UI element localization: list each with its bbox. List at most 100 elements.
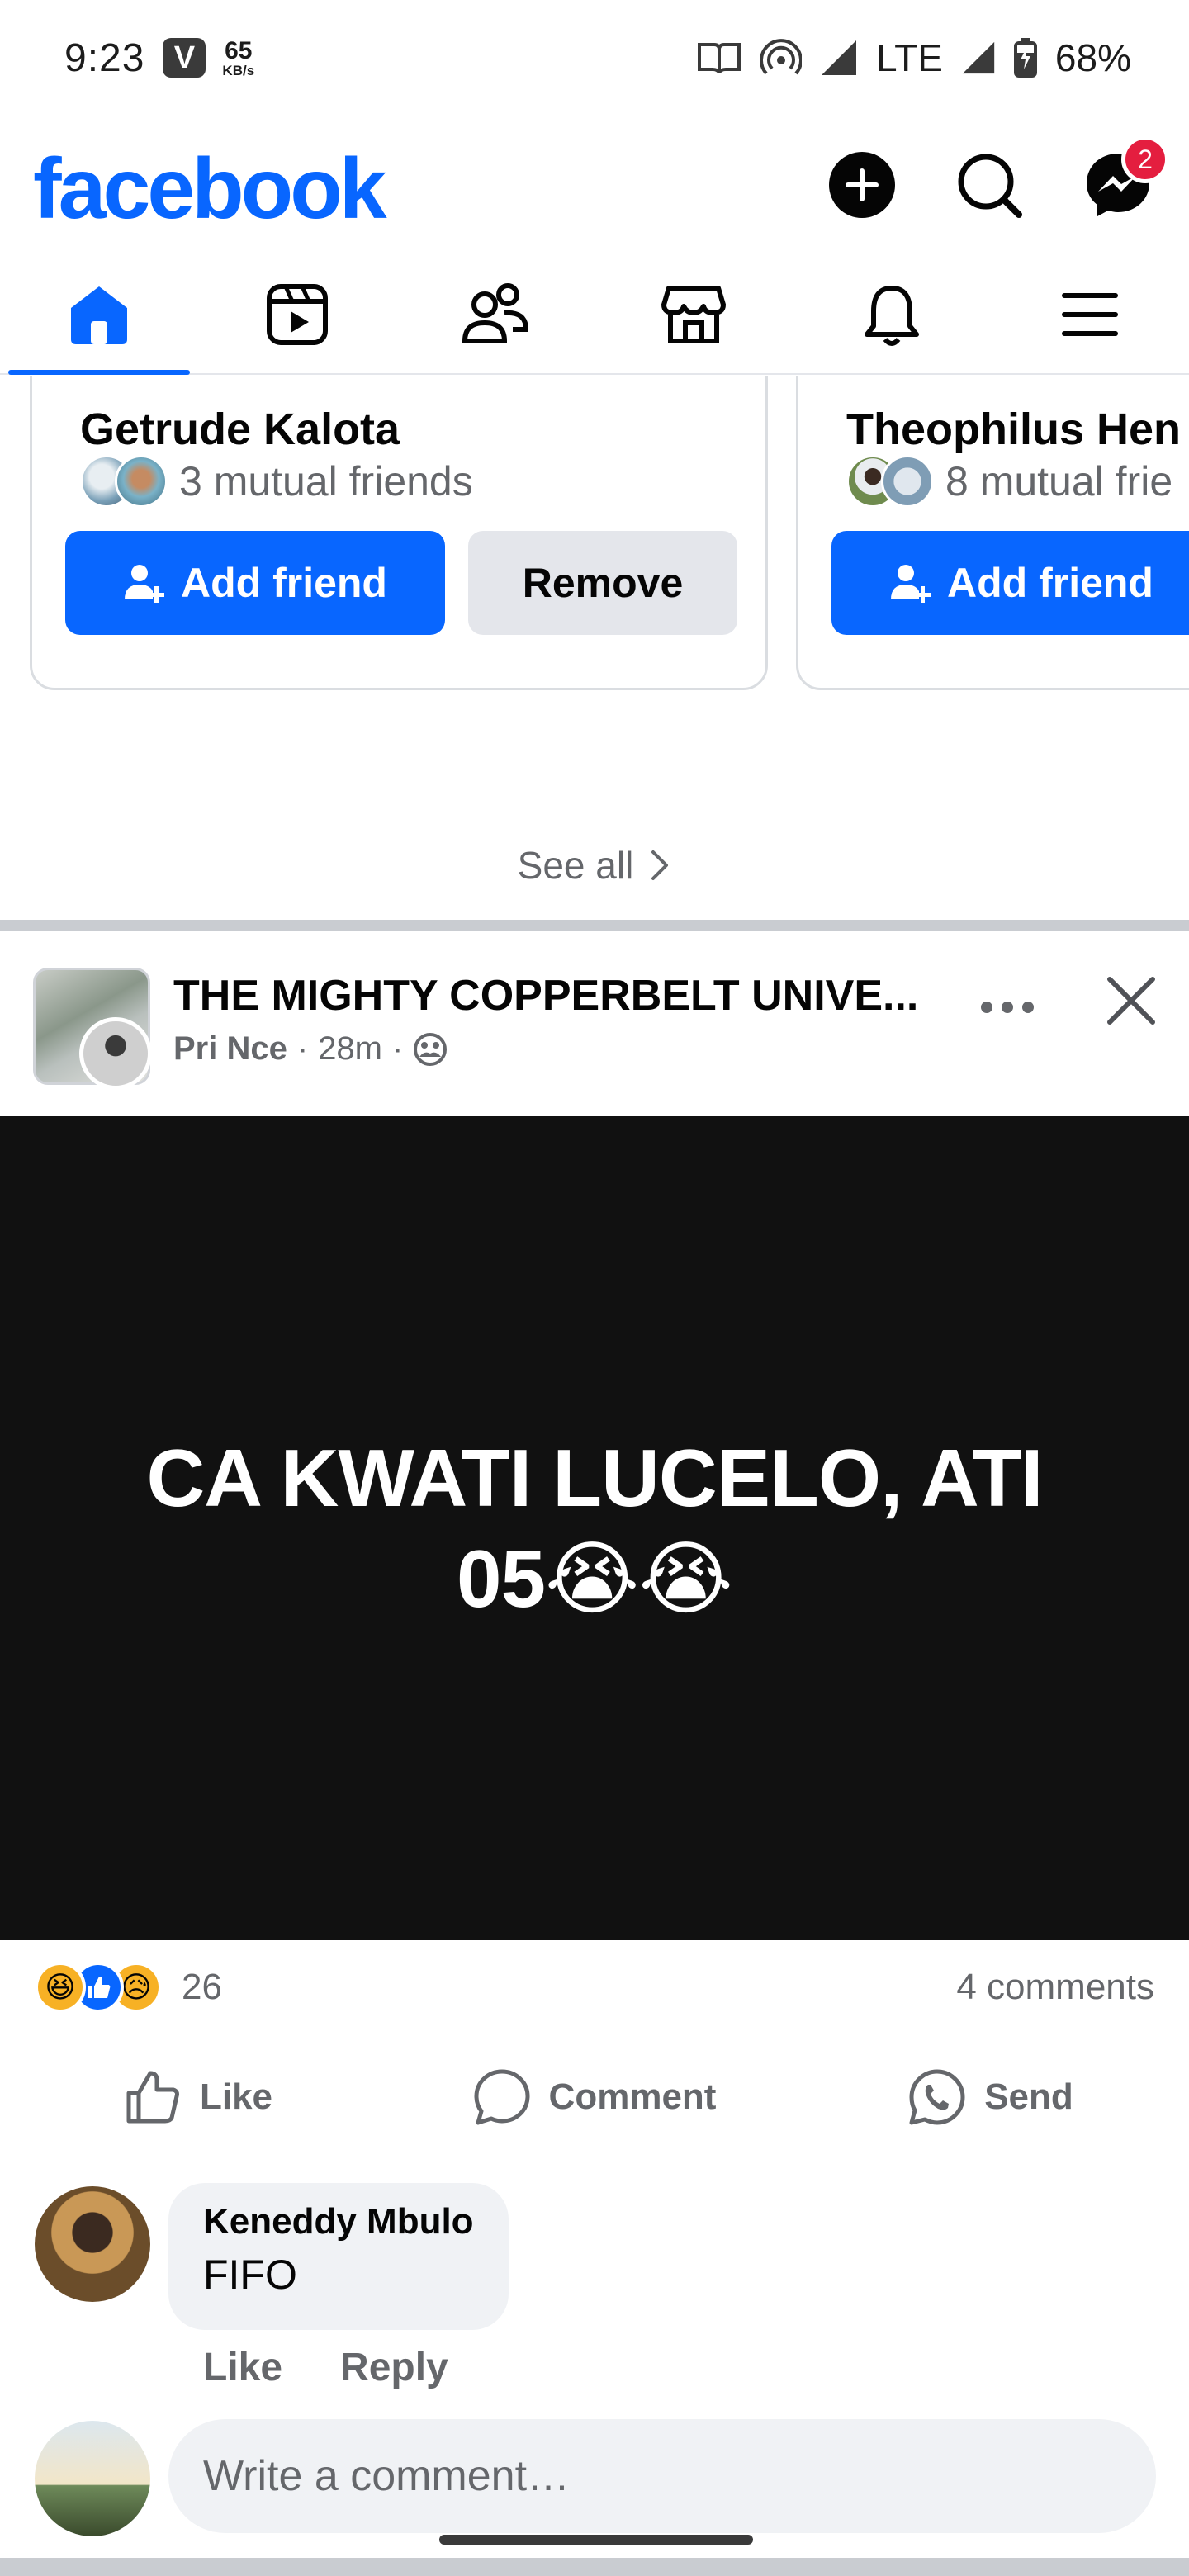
mutual-friend-avatar xyxy=(881,455,934,508)
app-header: facebook 2 xyxy=(0,116,1189,256)
carrier-badge: V xyxy=(163,38,206,78)
mutual-friends[interactable]: 8 mutual frie xyxy=(846,448,1172,514)
tab-notifications[interactable] xyxy=(793,256,991,373)
battery-charging-icon xyxy=(1013,38,1037,78)
like-label: Like xyxy=(199,2076,273,2117)
comment-item: Keneddy Mbulo FIFO Like Reply xyxy=(0,2180,1189,2394)
add-friend-label: Add friend xyxy=(947,560,1153,606)
mutual-friends-text: 3 mutual friends xyxy=(179,458,473,504)
write-comment xyxy=(0,2411,1189,2543)
whatsapp-icon xyxy=(909,2069,965,2125)
comment-button[interactable]: Comment xyxy=(396,2048,793,2147)
hotspot-icon xyxy=(760,39,802,75)
post-meta: Pri Nce · 28m · xyxy=(173,1030,448,1068)
battery-level: 68% xyxy=(1054,36,1131,79)
comment-input[interactable] xyxy=(168,2419,1156,2533)
friend-suggestion-card[interactable]: Theophilus Hen 8 mutual frie Add friend xyxy=(796,376,1189,690)
comment-like-button[interactable]: Like xyxy=(203,2345,282,2390)
plus-icon xyxy=(829,152,895,218)
network-speed-value: 65 xyxy=(225,36,253,64)
section-divider xyxy=(0,920,1189,931)
search-icon xyxy=(958,154,1022,218)
current-user-avatar xyxy=(35,2421,150,2536)
signal-icon xyxy=(821,40,856,75)
messenger-badge: 2 xyxy=(1121,135,1169,183)
tab-marketplace[interactable] xyxy=(594,256,793,373)
suggestion-name[interactable]: Theophilus Hen xyxy=(846,404,1181,455)
close-icon xyxy=(1107,977,1155,1025)
add-friend-icon xyxy=(891,565,931,603)
comment-text: FIFO xyxy=(203,2252,297,2298)
mutual-friends[interactable]: 3 mutual friends xyxy=(80,448,473,514)
video-icon xyxy=(267,284,328,345)
see-all-link[interactable]: See all xyxy=(0,832,1189,898)
post-author[interactable]: Pri Nce xyxy=(173,1030,287,1068)
mutual-friends-text: 8 mutual frie xyxy=(945,458,1173,504)
bell-icon xyxy=(865,286,919,346)
reaction-icons[interactable]: 😆 😥 xyxy=(35,1962,162,2013)
haha-icon: 😆 xyxy=(35,1962,86,2013)
tab-friends[interactable] xyxy=(396,256,594,373)
status-time: 9:23 xyxy=(64,36,145,80)
facebook-logo[interactable]: facebook xyxy=(33,140,387,239)
post-options-button[interactable] xyxy=(974,974,1040,1040)
signal-icon-2 xyxy=(962,41,995,74)
group-name[interactable]: THE MIGHTY COPPERBELT UNIVE... xyxy=(173,971,925,1020)
comment-count[interactable]: 4 comments xyxy=(956,1967,1154,2008)
reaction-count[interactable]: 26 xyxy=(182,1967,222,2008)
post-header: THE MIGHTY COPPERBELT UNIVE... Pri Nce ·… xyxy=(0,933,1189,1115)
comment-actions: Like Reply xyxy=(203,2345,448,2390)
mutual-friend-avatar xyxy=(115,455,168,508)
add-friend-label: Add friend xyxy=(181,560,387,606)
post-time[interactable]: 28m xyxy=(318,1030,382,1068)
send-button[interactable]: Send xyxy=(793,2048,1189,2147)
post-content[interactable]: CA KWATI LUCELO, ATI 05😭😭 xyxy=(0,1116,1189,1940)
network-speed: 65 KB/s xyxy=(222,36,255,78)
tab-menu[interactable] xyxy=(991,256,1189,373)
chevron-right-icon xyxy=(651,850,669,880)
tab-video[interactable] xyxy=(198,256,396,373)
status-icons: LTE 68% xyxy=(696,36,1131,80)
messenger-button[interactable]: 2 xyxy=(1078,135,1169,225)
remove-label: Remove xyxy=(522,560,684,606)
friend-suggestion-card[interactable]: Getrude Kalota 3 mutual friends Add frie… xyxy=(30,376,768,690)
tab-home[interactable] xyxy=(0,256,198,375)
friends-icon xyxy=(462,283,529,343)
section-divider xyxy=(0,2558,1189,2576)
meta-separator: · xyxy=(392,1030,404,1067)
add-friend-icon xyxy=(125,565,164,603)
post-actions: Like Comment Send xyxy=(0,2048,1189,2147)
group-privacy-icon xyxy=(414,1032,448,1066)
create-button[interactable] xyxy=(822,145,902,225)
commenter-avatar[interactable] xyxy=(35,2186,150,2302)
see-all-label: See all xyxy=(517,844,634,887)
comment-bubble[interactable]: Keneddy Mbulo FIFO xyxy=(168,2183,509,2330)
comment-reply-button[interactable]: Reply xyxy=(340,2345,448,2390)
more-icon xyxy=(981,1002,1034,1013)
reactions-summary: 😆 😥 26 4 comments xyxy=(0,1942,1189,2033)
send-label: Send xyxy=(984,2076,1073,2117)
thumbs-up-icon xyxy=(126,2071,179,2124)
suggestion-name[interactable]: Getrude Kalota xyxy=(80,404,400,455)
tab-bar xyxy=(0,256,1189,375)
meta-separator: · xyxy=(296,1030,309,1067)
comment-icon xyxy=(474,2069,530,2125)
add-friend-button[interactable]: Add friend xyxy=(831,531,1189,635)
marketplace-icon xyxy=(661,286,726,343)
post-text: CA KWATI LUCELO, ATI 05😭😭 xyxy=(146,1432,1043,1624)
network-speed-unit: KB/s xyxy=(222,62,255,78)
like-button[interactable]: Like xyxy=(0,2048,396,2147)
comment-label: Comment xyxy=(548,2076,717,2117)
home-indicator[interactable] xyxy=(439,2535,753,2545)
add-friend-button[interactable]: Add friend xyxy=(65,531,445,635)
remove-button[interactable]: Remove xyxy=(468,531,737,635)
people-you-may-know: Getrude Kalota 3 mutual friends Add frie… xyxy=(0,376,1189,921)
commenter-name[interactable]: Keneddy Mbulo xyxy=(203,2201,474,2242)
reader-mode-icon xyxy=(697,43,741,74)
home-icon xyxy=(71,286,127,344)
search-button[interactable] xyxy=(950,145,1029,225)
network-type: LTE xyxy=(875,36,943,79)
status-bar: 9:23 V 65 KB/s LTE 68% xyxy=(0,0,1189,116)
author-avatar[interactable] xyxy=(79,1017,152,1090)
hide-post-button[interactable] xyxy=(1098,968,1164,1034)
